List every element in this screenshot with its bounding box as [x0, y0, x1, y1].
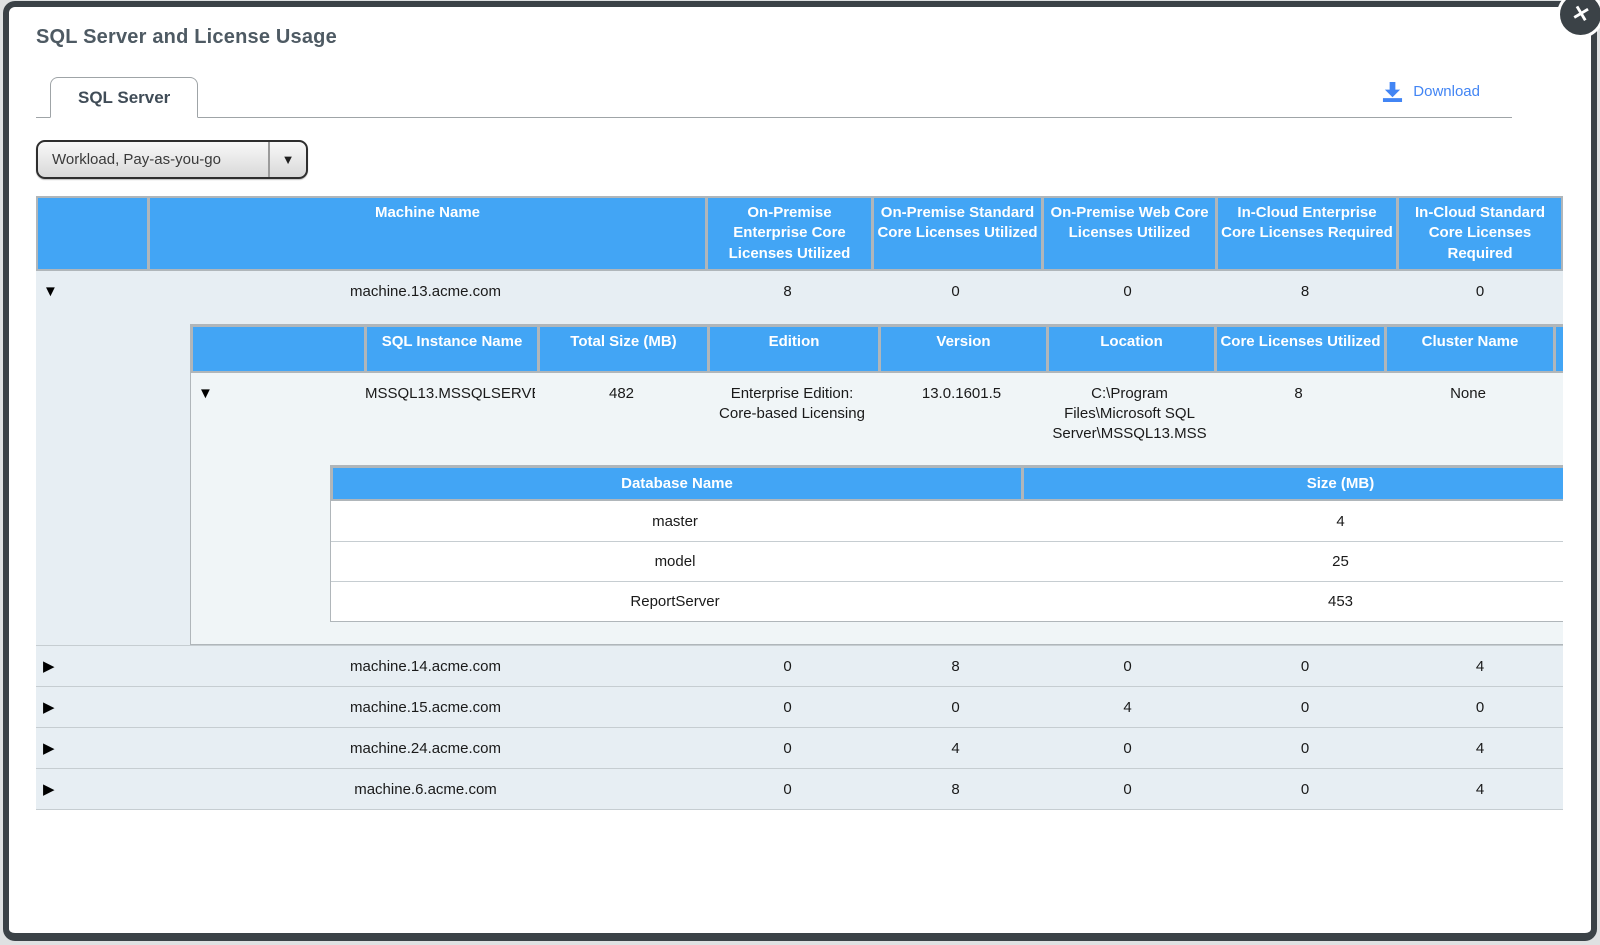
op-web-value: 4 — [1042, 697, 1213, 718]
ic-enterprise-value: 0 — [1216, 656, 1394, 677]
ic-standard-value: 4 — [1397, 779, 1563, 800]
column-header-op-enterprise: On-Premise Enterprise Core Licenses Util… — [708, 198, 871, 269]
database-size: 4 — [1022, 511, 1563, 532]
column-header-expander — [38, 198, 147, 269]
database-table: Database Name Size (MB) master 4 model 2… — [330, 465, 1563, 622]
dialog-content: SQL Server and License Usage SQL Server … — [9, 7, 1591, 810]
ic-enterprise-value: 0 — [1216, 738, 1394, 759]
column-header-version: Version — [881, 327, 1046, 371]
ic-standard-value: 4 — [1397, 738, 1563, 759]
ic-enterprise-value: 0 — [1216, 779, 1394, 800]
column-header-instance-name: SQL Instance Name — [367, 327, 537, 371]
database-row: master 4 — [331, 501, 1563, 541]
op-standard-value: 8 — [872, 656, 1039, 677]
database-row: ReportServer 453 — [331, 581, 1563, 621]
close-icon: ✕ — [1569, 0, 1592, 29]
instance-total-size: 482 — [538, 382, 705, 406]
license-usage-dialog: ✕ SQL Server and License Usage SQL Serve… — [3, 1, 1597, 941]
instance-cluster-name: None — [1385, 382, 1551, 406]
op-web-value: 0 — [1042, 656, 1213, 677]
machine-name: machine.13.acme.com — [148, 281, 703, 302]
database-size: 25 — [1022, 551, 1563, 572]
instance-location: C:\Program Files\Microsoft SQL Server\MS… — [1047, 382, 1212, 447]
table-row: ▶ machine.6.acme.com 0 8 0 0 4 — [36, 768, 1563, 809]
workload-filter-select[interactable]: Workload, Pay-as-you-go ▼ — [36, 140, 308, 179]
column-header-total-size: Total Size (MB) — [540, 327, 707, 371]
column-header-machine-name: Machine Name — [150, 198, 705, 269]
database-row: model 25 — [331, 541, 1563, 581]
instance-version: 13.0.1601.5 — [879, 382, 1044, 406]
ic-enterprise-value: 0 — [1216, 697, 1394, 718]
column-header-op-standard: On-Premise Standard Core Licenses Utiliz… — [874, 198, 1041, 269]
op-standard-value: 8 — [872, 779, 1039, 800]
machine-name: machine.6.acme.com — [148, 779, 703, 800]
ic-standard-value: 0 — [1397, 697, 1563, 718]
column-header-clipped-stub — [1556, 327, 1563, 371]
column-header-op-web: On-Premise Web Core Licenses Utilized — [1044, 198, 1215, 269]
column-header-db-size: Size (MB) — [1024, 468, 1563, 499]
workload-filter-value: Workload, Pay-as-you-go — [38, 142, 268, 177]
op-standard-value: 0 — [872, 281, 1039, 302]
instance-table-header: SQL Instance Name Total Size (MB) Editio… — [191, 325, 1563, 373]
column-header-edition: Edition — [710, 327, 878, 371]
table-row: ▶ machine.14.acme.com 0 8 0 0 4 — [36, 645, 1563, 686]
tab-sql-server[interactable]: SQL Server — [50, 77, 198, 118]
op-standard-value: 4 — [872, 738, 1039, 759]
column-header-ic-enterprise: In-Cloud Enterprise Core Licenses Requir… — [1218, 198, 1396, 269]
op-enterprise-value: 0 — [706, 656, 869, 677]
machine-table-header: Machine Name On-Premise Enterprise Core … — [36, 196, 1563, 271]
expand-row-icon[interactable]: ▶ — [43, 700, 55, 715]
ic-standard-value: 4 — [1397, 656, 1563, 677]
op-standard-value: 0 — [872, 697, 1039, 718]
expand-row-icon[interactable]: ▶ — [43, 659, 55, 674]
machine-name: machine.24.acme.com — [148, 738, 703, 759]
page-title: SQL Server and License Usage — [36, 26, 1591, 49]
table-row: ▶ machine.15.acme.com 0 0 4 0 0 — [36, 686, 1563, 727]
download-icon — [1381, 81, 1404, 102]
column-header-location: Location — [1049, 327, 1214, 371]
op-enterprise-value: 0 — [706, 738, 869, 759]
database-name: model — [331, 551, 1019, 572]
machine-13-expanded-panel: SQL Instance Name Total Size (MB) Editio… — [36, 312, 1563, 645]
column-header-cluster-name: Cluster Name — [1387, 327, 1553, 371]
column-header-core-licenses: Core Licenses Utilized — [1217, 327, 1384, 371]
ic-standard-value: 0 — [1397, 281, 1563, 302]
table-bottom-border — [36, 809, 1563, 810]
machine-name: machine.15.acme.com — [148, 697, 703, 718]
instance-core-licenses: 8 — [1215, 382, 1382, 406]
sql-instance-table: SQL Instance Name Total Size (MB) Editio… — [190, 324, 1563, 645]
database-name: ReportServer — [331, 591, 1019, 612]
expand-row-icon[interactable]: ▶ — [43, 782, 55, 797]
download-label: Download — [1413, 83, 1480, 100]
table-row: ▶ machine.24.acme.com 0 4 0 0 4 — [36, 727, 1563, 768]
database-name: master — [331, 511, 1019, 532]
machine-name: machine.14.acme.com — [148, 656, 703, 677]
expand-row-icon[interactable]: ▶ — [43, 741, 55, 756]
collapse-instance-icon[interactable]: ▼ — [198, 386, 213, 401]
machine-table: Machine Name On-Premise Enterprise Core … — [36, 196, 1563, 810]
column-header-database-name: Database Name — [333, 468, 1021, 499]
collapse-row-icon[interactable]: ▼ — [43, 284, 58, 299]
op-web-value: 0 — [1042, 281, 1213, 302]
table-row: ▼ machine.13.acme.com 8 0 0 8 0 — [36, 271, 1563, 312]
op-enterprise-value: 0 — [706, 697, 869, 718]
op-enterprise-value: 8 — [706, 281, 869, 302]
ic-enterprise-value: 8 — [1216, 281, 1394, 302]
op-enterprise-value: 0 — [706, 779, 869, 800]
dropdown-arrow-icon: ▼ — [270, 142, 306, 177]
op-web-value: 0 — [1042, 779, 1213, 800]
instance-edition: Enterprise Edition: Core-based Licensing — [708, 382, 876, 427]
database-size: 453 — [1022, 591, 1563, 612]
download-button[interactable]: Download — [1381, 81, 1480, 102]
column-header-expander — [193, 327, 364, 371]
instance-name: MSSQL13.MSSQLSERVER — [365, 382, 535, 406]
instance-row: ▼ MSSQL13.MSSQLSERVER 482 Enterprise Edi… — [191, 373, 1563, 465]
op-web-value: 0 — [1042, 738, 1213, 759]
column-header-ic-standard: In-Cloud Standard Core Licenses Required — [1399, 198, 1561, 269]
database-table-header: Database Name Size (MB) — [331, 466, 1563, 501]
tab-bar: SQL Server Download — [36, 77, 1512, 118]
